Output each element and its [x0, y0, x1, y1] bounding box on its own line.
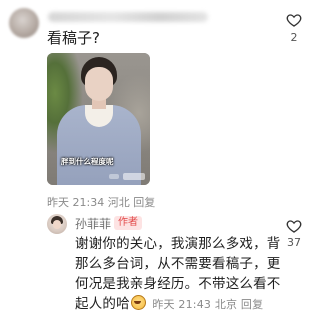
comment-time: 昨天 21:34	[47, 196, 105, 209]
thumbnail-logo-mark	[109, 174, 119, 179]
thumbnail-person-face	[85, 67, 113, 101]
comment-like-count: 2	[290, 31, 298, 44]
reply-meta: 昨天 21:43 北京 回复	[152, 298, 263, 311]
video-thumbnail-card[interactable]: 胖到什么程度呢	[47, 53, 150, 185]
comment-text: 看稿子?	[47, 29, 100, 47]
author-name[interactable]: 孙菲菲	[75, 215, 111, 232]
author-badge: 作者	[114, 216, 142, 230]
author-avatar[interactable]	[47, 214, 67, 234]
comment-location: 河北	[107, 196, 130, 209]
comment-meta: 昨天 21:34 河北 回复	[47, 194, 155, 210]
reply-reply-button[interactable]: 回复	[241, 298, 263, 311]
heart-outline-icon	[286, 220, 302, 233]
author-avatar-face	[53, 220, 61, 229]
laughing-emoji-icon	[130, 295, 146, 310]
commenter-name-blurred	[48, 12, 208, 22]
video-subtitle: 胖到什么程度呢	[61, 157, 114, 166]
reply-like-button[interactable]	[286, 218, 302, 234]
reply-like-count: 37	[287, 236, 301, 249]
comment-reply-button[interactable]: 回复	[133, 196, 155, 209]
reply-time: 昨天 21:43	[152, 298, 212, 311]
reply-location: 北京	[214, 298, 238, 311]
thumbnail-watermark	[123, 173, 145, 180]
heart-outline-icon	[286, 14, 302, 27]
reply-body: 谢谢你的关心，我演那么多戏，背那么多台词，从不需要看稿子，更何况是我亲身经历。不…	[75, 234, 285, 315]
commenter-avatar[interactable]	[9, 8, 39, 38]
comment-like-button[interactable]	[286, 12, 302, 28]
